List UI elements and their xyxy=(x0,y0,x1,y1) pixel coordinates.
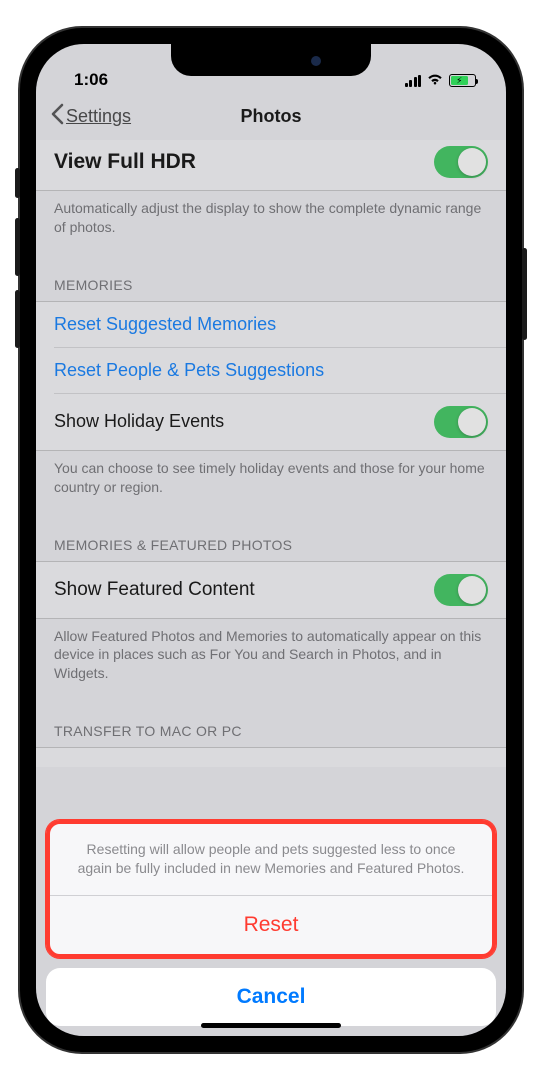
show-featured-content-row[interactable]: Show Featured Content xyxy=(36,562,506,618)
home-indicator[interactable] xyxy=(201,1023,341,1028)
cellular-signal-icon xyxy=(405,75,422,87)
wifi-icon xyxy=(426,71,444,90)
nav-bar: Settings Photos xyxy=(36,92,506,140)
reset-suggested-memories-row[interactable]: Reset Suggested Memories xyxy=(36,302,506,347)
holiday-footer: You can choose to see timely holiday eve… xyxy=(36,451,506,515)
featured-header: MEMORIES & FEATURED PHOTOS xyxy=(36,515,506,561)
hdr-footer: Automatically adjust the display to show… xyxy=(36,191,506,255)
reset-suggested-label: Reset Suggested Memories xyxy=(54,314,276,335)
silence-switch xyxy=(15,168,20,198)
transfer-group-partial xyxy=(36,747,506,767)
hdr-group: View Full HDR xyxy=(36,140,506,191)
featured-footer: Allow Featured Photos and Memories to au… xyxy=(36,619,506,702)
show-holiday-events-row[interactable]: Show Holiday Events xyxy=(36,394,506,450)
featured-toggle[interactable] xyxy=(434,574,488,606)
power-button xyxy=(522,248,527,340)
view-full-hdr-row[interactable]: View Full HDR xyxy=(36,140,506,190)
action-sheet-group: Resetting will allow people and pets sug… xyxy=(46,820,496,958)
cancel-button[interactable]: Cancel xyxy=(46,968,496,1026)
volume-down-button xyxy=(15,290,20,348)
hdr-toggle[interactable] xyxy=(434,146,488,178)
reset-people-pets-row[interactable]: Reset People & Pets Suggestions xyxy=(36,348,506,393)
charging-bolt-icon: ⚡︎ xyxy=(456,75,462,86)
featured-label: Show Featured Content xyxy=(54,579,255,601)
back-label: Settings xyxy=(66,106,131,127)
action-sheet: Resetting will allow people and pets sug… xyxy=(46,820,496,1026)
holiday-toggle[interactable] xyxy=(434,406,488,438)
reset-people-label: Reset People & Pets Suggestions xyxy=(54,360,324,381)
battery-icon: ⚡︎ xyxy=(449,74,476,87)
memories-group: Reset Suggested Memories Reset People & … xyxy=(36,301,506,451)
back-button[interactable]: Settings xyxy=(50,103,131,130)
notch xyxy=(171,44,371,76)
featured-group: Show Featured Content xyxy=(36,561,506,619)
chevron-left-icon xyxy=(50,103,64,130)
volume-up-button xyxy=(15,218,20,276)
hdr-label: View Full HDR xyxy=(54,150,196,174)
transfer-header: TRANSFER TO MAC OR PC xyxy=(36,701,506,747)
holiday-label: Show Holiday Events xyxy=(54,411,224,432)
device-frame: 1:06 ⚡︎ Sett xyxy=(20,28,522,1052)
screen: 1:06 ⚡︎ Sett xyxy=(36,44,506,1036)
reset-button[interactable]: Reset xyxy=(50,896,492,954)
settings-content: View Full HDR Automatically adjust the d… xyxy=(36,140,506,767)
action-sheet-message: Resetting will allow people and pets sug… xyxy=(50,824,492,896)
memories-header: MEMORIES xyxy=(36,255,506,301)
